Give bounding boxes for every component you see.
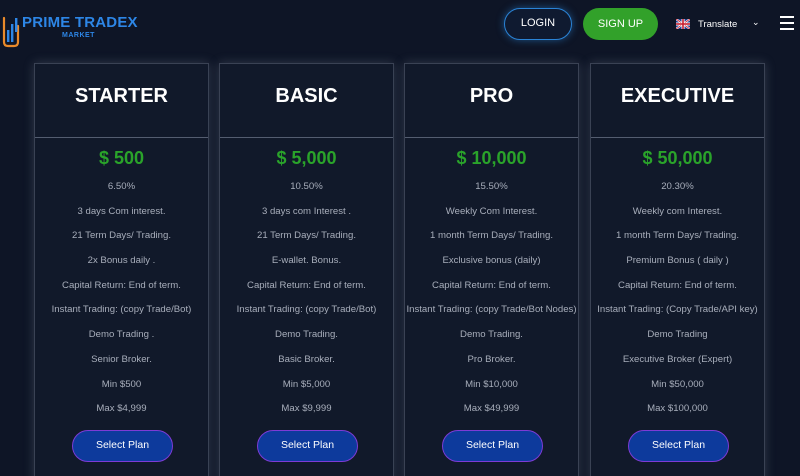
hamburger-menu-icon[interactable] [780, 16, 794, 32]
plan-feature: Min $10,000 [465, 378, 518, 390]
plan-price: $ 50,000 [642, 148, 713, 168]
plan-feature: 2x Bonus daily . [87, 255, 156, 267]
plan-feature: Max $100,000 [647, 403, 708, 415]
plan-feature: 10.50% [290, 181, 323, 192]
logo-chart-icon [2, 16, 20, 48]
plan-title: BASIC [220, 64, 393, 138]
plan-feature: Demo Trading . [88, 329, 155, 341]
plan-feature: Instant Trading: (Copy Trade/API key) [597, 304, 758, 316]
chevron-down-icon[interactable]: ⌄ [752, 17, 760, 28]
plan-feature: Max $49,999 [463, 403, 520, 415]
brand-subname: MARKET [62, 32, 95, 39]
plan-feature: 21 Term Days/ Trading. [257, 230, 356, 242]
plan-feature: Min $5,000 [282, 378, 331, 390]
plan-feature: Weekly com Interest. [632, 205, 723, 217]
plan-feature: Premium Bonus ( daily ) [626, 255, 729, 267]
plan-feature: Executive Broker (Expert) [622, 353, 733, 365]
plan-card-pro: PRO $ 10,000 15.50% Weekly Com Interest.… [404, 63, 579, 476]
plan-feature: Max $4,999 [96, 403, 147, 415]
plan-feature: Capital Return: End of term. [62, 279, 181, 291]
plan-feature: 6.50% [107, 181, 136, 192]
plan-feature: Demo Trading. [460, 329, 523, 341]
plan-feature: 3 days com Interest . [261, 205, 352, 217]
plan-card-starter: STARTER $ 500 6.50% 3 days Com interest.… [34, 63, 209, 476]
plan-feature: Capital Return: End of term. [247, 279, 366, 291]
select-plan-button-pro[interactable]: Select Plan [442, 430, 543, 462]
plan-feature: Instant Trading: (copy Trade/Bot) [51, 304, 192, 316]
plan-feature: Min $500 [101, 378, 142, 390]
plan-feature: 1 month Term Days/ Trading. [430, 230, 553, 242]
plan-price: $ 10,000 [456, 148, 527, 168]
plan-feature: 1 month Term Days/ Trading. [616, 230, 739, 242]
plan-feature-list: 10.50% 3 days com Interest . 21 Term Day… [220, 175, 393, 422]
translate-label: Translate [698, 18, 738, 30]
plan-feature: Exclusive bonus (daily) [442, 255, 541, 267]
plan-feature: Demo Trading [647, 329, 708, 341]
select-plan-button-basic[interactable]: Select Plan [257, 430, 358, 462]
plan-feature: Min $50,000 [651, 378, 704, 390]
select-plan-button-executive[interactable]: Select Plan [628, 430, 729, 462]
brand-logo[interactable]: PRIME TRADEX MARKET [2, 12, 138, 48]
plan-feature: E-wallet. Bonus. [271, 255, 342, 267]
brand-name: PRIME TRADEX [22, 14, 138, 31]
signup-button[interactable]: SIGN UP [583, 8, 658, 40]
plan-card-basic: BASIC $ 5,000 10.50% 3 days com Interest… [219, 63, 394, 476]
plan-feature: Instant Trading: (copy Trade/Bot Nodes) [406, 304, 577, 316]
plan-feature: Senior Broker. [91, 353, 152, 365]
plan-feature: Basic Broker. [278, 353, 335, 365]
plan-card-executive: EXECUTIVE $ 50,000 20.30% Weekly com Int… [590, 63, 765, 476]
plan-feature: 20.30% [661, 181, 694, 192]
plan-feature: Capital Return: End of term. [432, 279, 551, 291]
plan-title: STARTER [35, 64, 208, 138]
plan-price: $ 5,000 [276, 148, 337, 168]
plan-feature: Capital Return: End of term. [618, 279, 737, 291]
translate-selector[interactable]: Translate [676, 17, 737, 31]
plan-feature: Instant Trading: (copy Trade/Bot) [236, 304, 377, 316]
login-button[interactable]: LOGIN [504, 8, 572, 40]
plan-feature: Max $9,999 [281, 403, 332, 415]
plan-title: EXECUTIVE [591, 64, 764, 138]
top-navbar: PRIME TRADEX MARKET LOGIN SIGN UP Transl… [0, 0, 800, 56]
plan-feature: 15.50% [475, 181, 508, 192]
plan-feature-list: 6.50% 3 days Com interest. 21 Term Days/… [35, 175, 208, 422]
select-plan-button-starter[interactable]: Select Plan [72, 430, 173, 462]
plan-feature: 21 Term Days/ Trading. [72, 230, 171, 242]
plan-feature: Pro Broker. [467, 353, 516, 365]
plan-feature: 3 days Com interest. [77, 205, 166, 217]
plan-feature-list: 20.30% Weekly com Interest. 1 month Term… [591, 175, 764, 422]
plan-title: PRO [405, 64, 578, 138]
plan-feature: Demo Trading. [275, 329, 338, 341]
plan-feature: Weekly Com Interest. [445, 205, 538, 217]
plan-price: $ 500 [98, 148, 145, 168]
plan-feature-list: 15.50% Weekly Com Interest. 1 month Term… [405, 175, 578, 422]
uk-flag-icon [676, 19, 690, 29]
